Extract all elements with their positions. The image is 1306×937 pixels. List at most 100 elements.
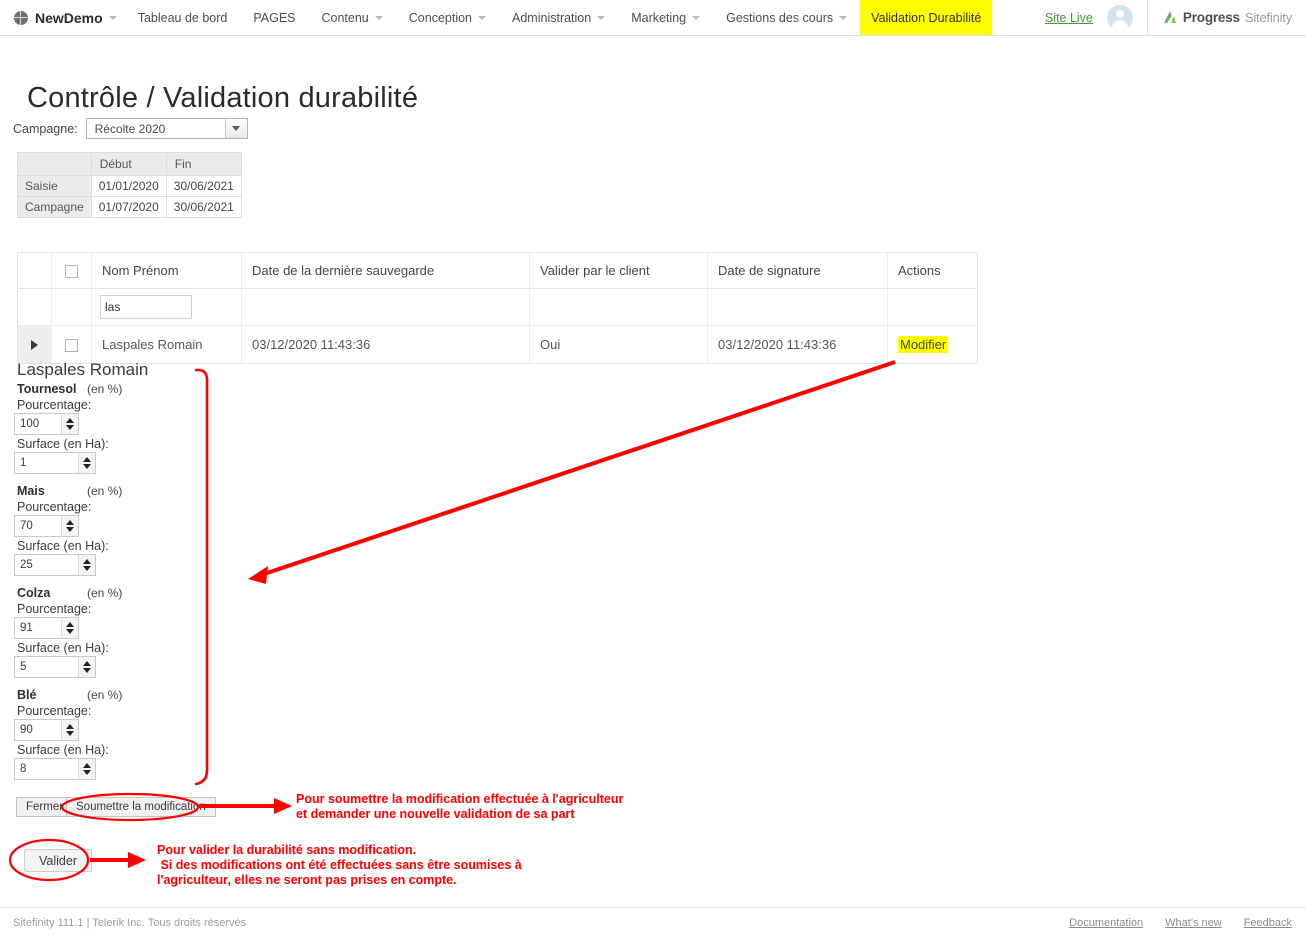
footer-link-feedback[interactable]: Feedback: [1244, 917, 1292, 929]
modifier-arrow-head: [248, 566, 268, 584]
grid-header-validated[interactable]: Valider par le client: [530, 253, 708, 288]
validation-grid: Nom Prénom Date de la dernière sauvegard…: [17, 252, 978, 364]
user-avatar-button[interactable]: [1107, 0, 1147, 35]
chevron-down-icon: [478, 16, 486, 20]
filter-cell-name: [92, 289, 242, 325]
campagne-selected-value: Récolte 2020: [87, 119, 225, 138]
surface-input[interactable]: [15, 759, 78, 779]
sitefinity-wordmark: Sitefinity: [1245, 10, 1292, 25]
stepper-down-icon[interactable]: [66, 527, 74, 532]
stepper-up-icon[interactable]: [83, 457, 91, 462]
grid-header-select-all[interactable]: [52, 253, 92, 288]
nav-item-validation-durabilite[interactable]: Validation Durabilité: [860, 0, 992, 35]
progress-arrow-icon: [1162, 10, 1178, 26]
stepper-buttons[interactable]: [78, 759, 95, 779]
surface-input[interactable]: [15, 657, 78, 677]
nav-item-administration[interactable]: Administration: [499, 0, 618, 35]
name-filter-input[interactable]: [100, 295, 192, 319]
nav-label: PAGES: [253, 11, 295, 25]
crop-block-colza: Colza (en %) Pourcentage: Surface (en Ha…: [14, 586, 224, 678]
stepper-down-icon[interactable]: [83, 770, 91, 775]
percentage-stepper-colza[interactable]: [14, 617, 79, 639]
row-expander-button[interactable]: [18, 326, 52, 363]
site-live-link[interactable]: Site Live: [1031, 0, 1107, 35]
fermer-button[interactable]: Fermer: [16, 797, 73, 817]
avatar: [1107, 5, 1133, 31]
stepper-up-icon[interactable]: [83, 763, 91, 768]
surface-stepper-ble[interactable]: [14, 758, 96, 780]
crop-block-mais: Mais (en %) Pourcentage: Surface (en Ha)…: [14, 484, 224, 576]
percentage-label: Pourcentage:: [17, 704, 224, 718]
dates-row-label: Saisie: [18, 176, 92, 197]
nav-item-pages[interactable]: PAGES: [240, 0, 308, 35]
stepper-buttons[interactable]: [61, 720, 78, 740]
soumettre-modification-button[interactable]: Soumettre la modification: [66, 797, 216, 817]
surface-stepper-colza[interactable]: [14, 656, 96, 678]
stepper-up-icon[interactable]: [83, 661, 91, 666]
crop-name-label: Blé: [17, 688, 87, 702]
nav-item-conception[interactable]: Conception: [396, 0, 499, 35]
surface-stepper-mais[interactable]: [14, 554, 96, 576]
nav-label: Gestions des cours: [726, 11, 833, 25]
stepper-down-icon[interactable]: [83, 566, 91, 571]
percentage-input[interactable]: [15, 618, 61, 638]
footer-link-whats-new[interactable]: What's new: [1165, 917, 1222, 929]
stepper-up-icon[interactable]: [66, 622, 74, 627]
crop-block-tournesol: Tournesol (en %) Pourcentage: Surface (e…: [14, 382, 224, 474]
surface-input[interactable]: [15, 555, 78, 575]
stepper-up-icon[interactable]: [66, 520, 74, 525]
stepper-down-icon[interactable]: [83, 464, 91, 469]
select-all-checkbox[interactable]: [65, 265, 78, 278]
stepper-buttons[interactable]: [61, 414, 78, 434]
stepper-buttons[interactable]: [78, 453, 95, 473]
nav-item-contenu[interactable]: Contenu: [309, 0, 396, 35]
percentage-input[interactable]: [15, 720, 61, 740]
chevron-down-icon[interactable]: [225, 119, 247, 138]
percentage-stepper-tournesol[interactable]: [14, 413, 79, 435]
surface-label: Surface (en Ha):: [17, 539, 224, 553]
percentage-stepper-mais[interactable]: [14, 515, 79, 537]
stepper-up-icon[interactable]: [83, 559, 91, 564]
modifier-arrow-line: [258, 362, 895, 576]
detail-panel: Laspales Romain Tournesol (en %) Pourcen…: [14, 360, 224, 790]
row-checkbox[interactable]: [65, 339, 78, 352]
grid-header-name[interactable]: Nom Prénom: [92, 253, 242, 288]
filter-cell-sign-date: [708, 289, 888, 325]
stepper-up-icon[interactable]: [66, 724, 74, 729]
stepper-up-icon[interactable]: [66, 418, 74, 423]
grid-header-sign-date[interactable]: Date de signature: [708, 253, 888, 288]
stepper-buttons[interactable]: [78, 555, 95, 575]
percentage-stepper-ble[interactable]: [14, 719, 79, 741]
nav-item-tableau-de-bord[interactable]: Tableau de bord: [125, 0, 241, 35]
stepper-buttons[interactable]: [61, 618, 78, 638]
page-footer: Sitefinity 111.1 | Telerik Inc. Tous dro…: [0, 907, 1306, 937]
brand-menu[interactable]: NewDemo: [0, 0, 125, 35]
stepper-buttons[interactable]: [78, 657, 95, 677]
stepper-down-icon[interactable]: [66, 629, 74, 634]
percentage-input[interactable]: [15, 414, 61, 434]
stepper-down-icon[interactable]: [66, 425, 74, 430]
dates-cell-fin: 30/06/2021: [166, 176, 241, 197]
stepper-buttons[interactable]: [61, 516, 78, 536]
modifier-link[interactable]: Modifier: [898, 336, 948, 353]
valider-button[interactable]: Valider: [24, 849, 92, 872]
campagne-select[interactable]: Récolte 2020: [86, 118, 248, 139]
table-row: Début Fin: [18, 153, 242, 176]
percentage-input[interactable]: [15, 516, 61, 536]
progress-sitefinity-logo: Progress Sitefinity: [1147, 0, 1306, 35]
cell-validated: Oui: [530, 326, 708, 363]
row-select-cell[interactable]: [52, 326, 92, 363]
surface-stepper-tournesol[interactable]: [14, 452, 96, 474]
grid-header-save-date[interactable]: Date de la dernière sauvegarde: [242, 253, 530, 288]
surface-label: Surface (en Ha):: [17, 743, 224, 757]
footer-link-documentation[interactable]: Documentation: [1069, 917, 1143, 929]
surface-input[interactable]: [15, 453, 78, 473]
filter-cell-save-date: [242, 289, 530, 325]
stepper-down-icon[interactable]: [66, 731, 74, 736]
crop-name-label: Mais: [17, 484, 87, 498]
nav-item-gestions-des-cours[interactable]: Gestions des cours: [713, 0, 860, 35]
percentage-label: Pourcentage:: [17, 500, 224, 514]
page-title: Contrôle / Validation durabilité: [27, 82, 418, 115]
stepper-down-icon[interactable]: [83, 668, 91, 673]
nav-item-marketing[interactable]: Marketing: [618, 0, 713, 35]
